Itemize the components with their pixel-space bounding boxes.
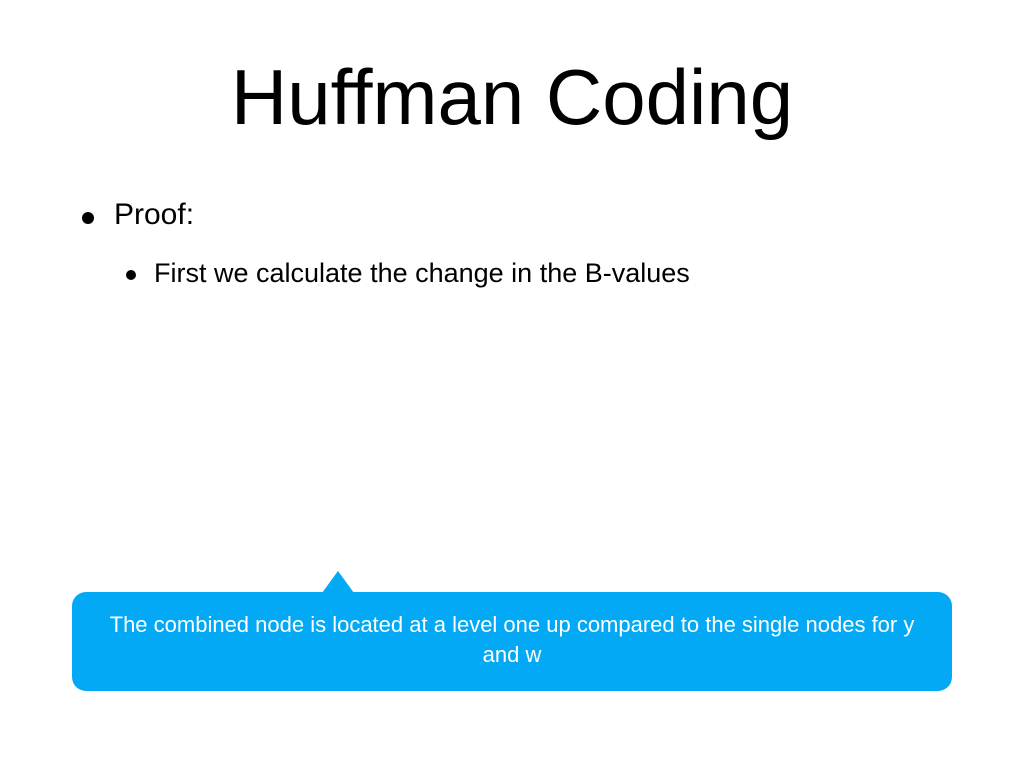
bullet-dot-icon — [126, 270, 136, 280]
bullet-level-1: Proof: — [82, 198, 194, 232]
callout-text: The combined node is located at a level … — [72, 592, 952, 691]
callout-box: The combined node is located at a level … — [72, 592, 952, 691]
slide-title: Huffman Coding — [0, 52, 1024, 143]
bullet-level-2: First we calculate the change in the B-v… — [126, 258, 690, 289]
slide: Huffman Coding Proof: First we calculate… — [0, 0, 1024, 768]
callout-arrow-icon — [322, 571, 354, 593]
bullet-level-1-text: Proof: — [114, 198, 194, 232]
bullet-level-2-text: First we calculate the change in the B-v… — [154, 258, 690, 289]
bullet-dot-icon — [82, 212, 94, 224]
